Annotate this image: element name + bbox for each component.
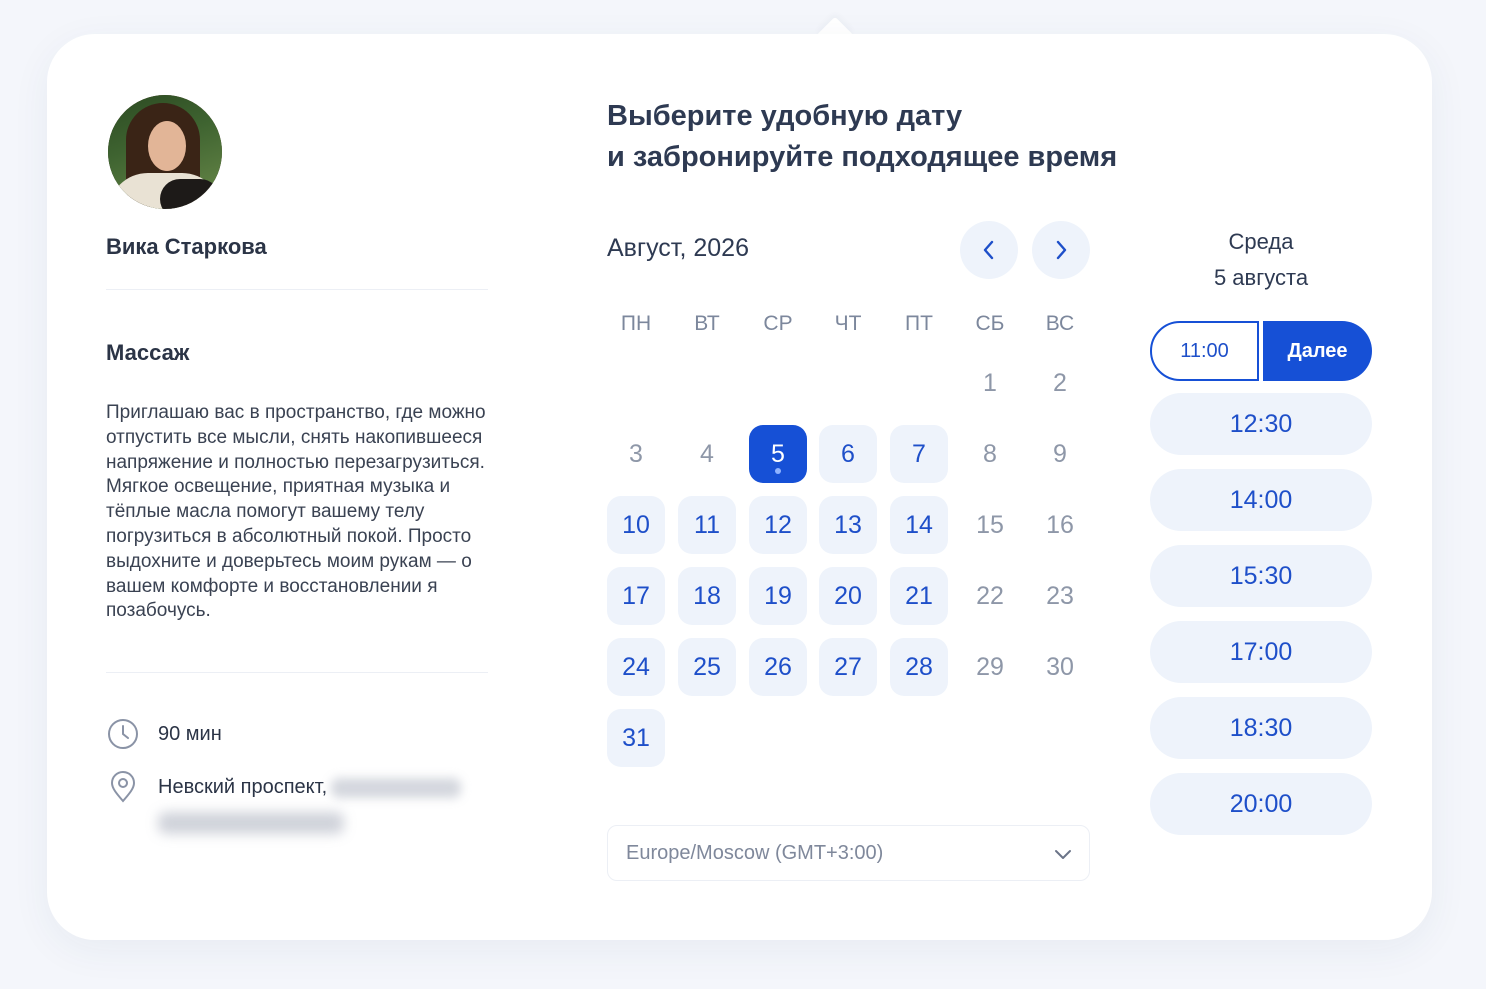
map-pin-icon bbox=[110, 771, 136, 803]
month-label: Август, 2026 bbox=[607, 234, 749, 262]
selected-weekday: Среда bbox=[1228, 229, 1294, 254]
calendar-day[interactable]: 24 bbox=[607, 638, 665, 696]
calendar-day[interactable]: 13 bbox=[819, 496, 877, 554]
duration-text: 90 мин bbox=[158, 723, 222, 745]
calendar-day[interactable]: 19 bbox=[749, 567, 807, 625]
weekday-label: СР bbox=[763, 312, 793, 335]
address-row: Невский проспект, bbox=[106, 770, 462, 804]
selected-day-title: Среда 5 августа bbox=[1150, 224, 1372, 296]
calendar-day[interactable]: 31 bbox=[607, 709, 665, 767]
calendar-day: 9 bbox=[1053, 439, 1067, 468]
calendar-day-selected[interactable]: 5 bbox=[749, 425, 807, 483]
divider bbox=[106, 672, 488, 673]
weekday-label: ВТ bbox=[694, 312, 720, 335]
calendar-day[interactable]: 6 bbox=[819, 425, 877, 483]
clock-icon bbox=[108, 719, 138, 749]
time-slot[interactable]: 18:30 bbox=[1150, 697, 1372, 759]
calendar-day[interactable]: 11 bbox=[678, 496, 736, 554]
calendar-day[interactable]: 14 bbox=[890, 496, 948, 554]
next-month-button[interactable] bbox=[1032, 221, 1090, 279]
calendar-day: 4 bbox=[700, 439, 714, 468]
calendar-day: 23 bbox=[1046, 581, 1074, 610]
weekday-label: ЧТ bbox=[834, 312, 862, 335]
calendar-day[interactable]: 12 bbox=[749, 496, 807, 554]
calendar-day: 15 bbox=[976, 510, 1004, 539]
timezone-select[interactable]: Europe/Moscow (GMT+3:00) bbox=[607, 825, 1090, 881]
chevron-right-icon bbox=[1056, 240, 1067, 260]
calendar-day[interactable]: 25 bbox=[678, 638, 736, 696]
selected-slot-group: 11:00 Далее bbox=[1150, 321, 1372, 381]
heading-line1: Выберите удобную дату bbox=[607, 100, 963, 132]
address-text: Невский проспект, bbox=[158, 770, 462, 804]
service-title: Массаж bbox=[106, 340, 190, 365]
calendar-day: 3 bbox=[629, 439, 643, 468]
chevron-down-icon bbox=[1055, 850, 1071, 859]
calendar-day[interactable]: 21 bbox=[890, 567, 948, 625]
calendar-day[interactable]: 18 bbox=[678, 567, 736, 625]
time-slot[interactable]: 20:00 bbox=[1150, 773, 1372, 835]
weekday-label: ПН bbox=[620, 312, 652, 335]
address-redacted bbox=[331, 777, 462, 798]
calendar-day: 30 bbox=[1046, 652, 1074, 681]
next-button[interactable]: Далее bbox=[1263, 321, 1372, 381]
calendar-day[interactable]: 7 bbox=[890, 425, 948, 483]
time-slot[interactable]: 12:30 bbox=[1150, 393, 1372, 455]
weekday-label: ВС bbox=[1045, 312, 1075, 335]
timezone-value: Europe/Moscow (GMT+3:00) bbox=[626, 841, 884, 864]
calendar-day: 2 bbox=[1053, 368, 1067, 397]
address-redacted-line2 bbox=[158, 812, 344, 834]
calendar-day: 22 bbox=[976, 581, 1004, 610]
calendar-day[interactable]: 10 bbox=[607, 496, 665, 554]
host-name: Вика Старкова bbox=[106, 234, 267, 259]
divider bbox=[106, 289, 488, 290]
service-description: Приглашаю вас в пространство, где можно … bbox=[106, 402, 486, 622]
heading-line2: и забронируйте подходящее время bbox=[607, 141, 1118, 173]
duration-row: 90 мин bbox=[106, 717, 222, 751]
time-slot[interactable]: 17:00 bbox=[1150, 621, 1372, 683]
page-heading: Выберите удобную дату и забронируйте под… bbox=[607, 96, 1117, 178]
time-slot[interactable]: 14:00 bbox=[1150, 469, 1372, 531]
calendar-day: 16 bbox=[1046, 510, 1074, 539]
prev-month-button[interactable] bbox=[960, 221, 1018, 279]
time-slot[interactable]: 15:30 bbox=[1150, 545, 1372, 607]
selected-time-slot[interactable]: 11:00 bbox=[1150, 321, 1259, 381]
chevron-left-icon bbox=[983, 240, 994, 260]
calendar-day[interactable]: 17 bbox=[607, 567, 665, 625]
calendar-day[interactable]: 27 bbox=[819, 638, 877, 696]
calendar-day[interactable]: 28 bbox=[890, 638, 948, 696]
weekday-label: СБ bbox=[975, 312, 1005, 335]
host-avatar bbox=[108, 95, 222, 209]
calendar-day[interactable]: 20 bbox=[819, 567, 877, 625]
calendar-day: 29 bbox=[976, 652, 1004, 681]
calendar-day: 8 bbox=[983, 439, 997, 468]
weekday-label: ПТ bbox=[905, 312, 933, 335]
selected-date: 5 августа bbox=[1213, 265, 1309, 290]
calendar-day[interactable]: 26 bbox=[749, 638, 807, 696]
calendar-day: 1 bbox=[983, 368, 997, 397]
